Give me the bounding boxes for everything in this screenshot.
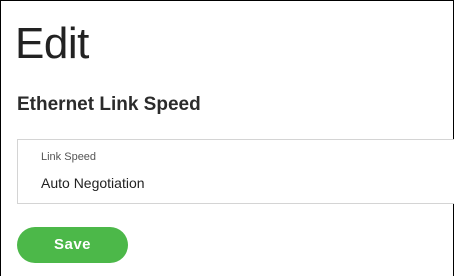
page-title: Edit — [15, 19, 89, 68]
section-title: Ethernet Link Speed — [17, 94, 201, 115]
link-speed-value[interactable]: Auto Negotiation — [41, 176, 145, 190]
link-speed-field[interactable]: Link Speed Auto Negotiation — [17, 139, 454, 204]
link-speed-label: Link Speed — [41, 151, 97, 163]
save-button[interactable]: Save — [17, 227, 128, 263]
